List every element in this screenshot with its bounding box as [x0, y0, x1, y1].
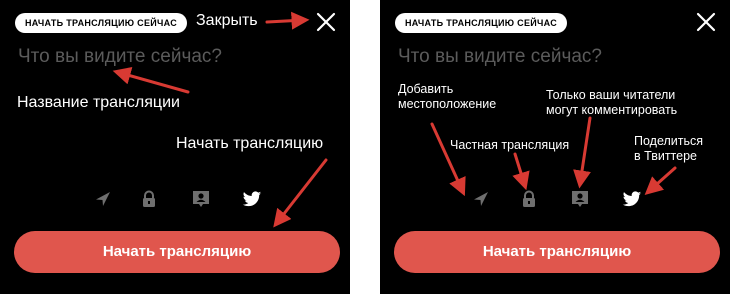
- followers-only-button[interactable]: [188, 186, 214, 212]
- annotation-private-broadcast: Частная трансляция: [450, 138, 570, 152]
- annotation-followers-only: Только ваши читатели могут комментироват…: [546, 88, 678, 117]
- annotation-close: Закрыть: [196, 12, 258, 29]
- user-bubble-icon: [572, 191, 588, 207]
- broadcast-now-pill: НАЧАТЬ ТРАНСЛЯЦИЮ СЕЙЧАС: [395, 13, 568, 33]
- twitter-share-button[interactable]: [239, 186, 265, 212]
- start-broadcast-button[interactable]: Начать трансляцию: [394, 231, 720, 273]
- user-bubble-icon: [193, 191, 209, 207]
- followers-only-button[interactable]: [567, 186, 593, 212]
- twitter-share-button[interactable]: [619, 186, 645, 212]
- close-icon[interactable]: [314, 10, 338, 34]
- lock-icon: [143, 190, 155, 207]
- private-broadcast-button[interactable]: [516, 186, 542, 212]
- close-icon[interactable]: [694, 10, 718, 34]
- location-button[interactable]: [90, 186, 116, 212]
- left-screen-panel: НАЧАТЬ ТРАНСЛЯЦИЮ СЕЙЧАС Что вы видите с…: [0, 0, 350, 294]
- broadcast-now-pill: НАЧАТЬ ТРАНСЛЯЦИЮ СЕЙЧАС: [15, 13, 188, 33]
- location-arrow-icon: [96, 192, 110, 206]
- options-row: [0, 186, 350, 216]
- broadcast-title-input[interactable]: Что вы видите сейчас?: [18, 46, 222, 68]
- annotation-add-location: Добавить местоположение: [398, 82, 497, 111]
- location-arrow-icon: [474, 192, 488, 206]
- twitter-bird-icon: [242, 190, 262, 206]
- annotation-broadcast-title: Название трансляции: [17, 94, 180, 111]
- annotation-share-twitter: Поделиться в Твиттере: [634, 134, 704, 163]
- annotation-start-broadcast: Начать трансляцию: [176, 135, 324, 152]
- start-broadcast-button[interactable]: Начать трансляцию: [14, 231, 340, 273]
- lock-icon: [523, 190, 535, 207]
- options-row: [380, 186, 730, 216]
- right-screen-panel: НАЧАТЬ ТРАНСЛЯЦИЮ СЕЙЧАС Что вы видите с…: [380, 0, 730, 294]
- twitter-bird-icon: [622, 190, 642, 206]
- private-broadcast-button[interactable]: [136, 186, 162, 212]
- broadcast-title-input[interactable]: Что вы видите сейчас?: [398, 46, 602, 68]
- location-button[interactable]: [468, 186, 494, 212]
